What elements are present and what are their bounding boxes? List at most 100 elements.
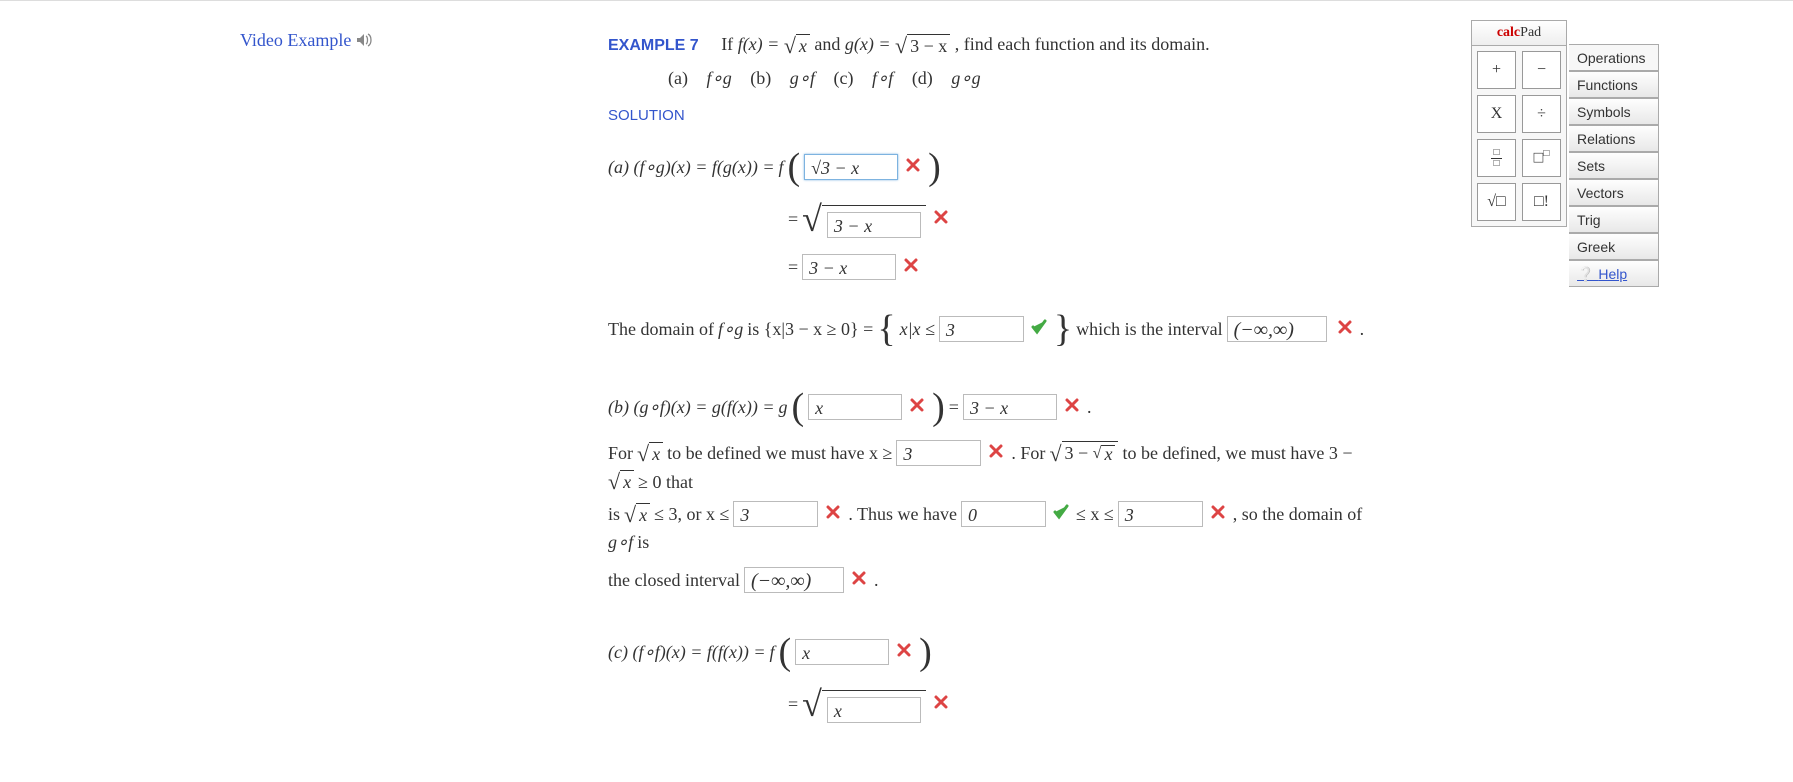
c-line1: (c) (f∘f)(x) = f(f(x)) = f ( x ) bbox=[608, 633, 1378, 671]
a-input-1[interactable]: √3 − x bbox=[804, 154, 898, 180]
wrong-icon bbox=[1337, 319, 1353, 340]
sqrt-x: √x bbox=[624, 503, 650, 526]
wrong-icon bbox=[933, 694, 949, 715]
sqrt-x: √x bbox=[637, 442, 663, 465]
calcpad-title-a: calc bbox=[1497, 25, 1520, 40]
a-domain-post: which is the interval bbox=[1076, 319, 1222, 340]
exponent-icon: □□ bbox=[1534, 148, 1550, 167]
wrong-icon bbox=[1064, 397, 1080, 418]
b-input-2[interactable]: 3 − x bbox=[963, 394, 1057, 420]
b-so: , so the domain of bbox=[1233, 503, 1362, 525]
b-rootx: x bbox=[649, 442, 663, 465]
a-fog-inline: f∘g bbox=[718, 319, 743, 340]
a-input-3[interactable]: 3 − x bbox=[802, 254, 896, 280]
fraction-icon: □□ bbox=[1491, 148, 1501, 169]
tab-sets[interactable]: Sets bbox=[1569, 152, 1659, 179]
tab-symbols[interactable]: Symbols bbox=[1569, 98, 1659, 125]
calcpad-factorial-button[interactable]: □! bbox=[1522, 183, 1561, 221]
gx-eq: g(x) = bbox=[845, 34, 895, 54]
calcpad-exponent-button[interactable]: □□ bbox=[1522, 139, 1561, 177]
b-input-5[interactable]: 0 bbox=[961, 501, 1046, 527]
dot: . bbox=[1087, 397, 1092, 418]
c-input-1[interactable]: x bbox=[795, 639, 889, 665]
tab-relations[interactable]: Relations bbox=[1569, 125, 1659, 152]
b-for1-t: For bbox=[608, 442, 633, 464]
b-le3: ≤ 3, or x ≤ bbox=[654, 503, 729, 525]
rparen-icon: ) bbox=[928, 148, 941, 186]
a-input-5[interactable]: (−∞,∞) bbox=[1227, 316, 1327, 342]
b-input-3[interactable]: 3 bbox=[896, 440, 981, 466]
part-d: (d) bbox=[912, 68, 933, 88]
b-for3-t: . For bbox=[1011, 442, 1045, 464]
b-rootxin: x bbox=[1101, 445, 1115, 462]
rparen-icon: ) bbox=[932, 388, 945, 426]
tab-vectors[interactable]: Vectors bbox=[1569, 179, 1659, 206]
parts-list: (a) f∘g (b) g∘f (c) f∘f (d) g∘g bbox=[668, 64, 1378, 92]
wrong-icon bbox=[851, 570, 867, 591]
wrong-icon bbox=[825, 503, 841, 525]
b-line1: (b) (g∘f)(x) = g(f(x)) = g ( x ) = 3 − x… bbox=[608, 388, 1378, 426]
gog: g∘g bbox=[951, 68, 980, 88]
calcpad-fraction-button[interactable]: □□ bbox=[1477, 139, 1516, 177]
b-input-6[interactable]: 3 bbox=[1118, 501, 1203, 527]
b-rootx3: x bbox=[636, 503, 650, 526]
part-c: (c) bbox=[834, 68, 854, 88]
calcpad-title: calcPad bbox=[1471, 20, 1567, 45]
tab-help[interactable]: ❔ Help bbox=[1569, 260, 1659, 287]
prompt-b: , find each function and its domain. bbox=[955, 34, 1210, 54]
gof: g∘f bbox=[790, 68, 815, 88]
b-input-1[interactable]: x bbox=[808, 394, 902, 420]
b-input-4[interactable]: 3 bbox=[733, 501, 818, 527]
and: and bbox=[814, 34, 845, 54]
root-g-rad: 3 − x bbox=[907, 34, 950, 57]
calcpad-sqrt-button[interactable]: √□ bbox=[1477, 183, 1516, 221]
tab-operations[interactable]: Operations bbox=[1569, 44, 1659, 71]
eq: = bbox=[788, 694, 798, 715]
a-input-4[interactable]: 3 bbox=[939, 316, 1024, 342]
a-f: f bbox=[778, 157, 783, 178]
c-f: f bbox=[769, 642, 774, 663]
b-rootx2: x bbox=[620, 470, 634, 493]
b-for5-t: ≥ 0 that bbox=[638, 471, 693, 493]
eq: = bbox=[949, 397, 959, 418]
dot: . bbox=[1360, 319, 1365, 340]
b-closed: the closed interval (−∞,∞) . bbox=[608, 567, 1378, 593]
tab-functions[interactable]: Functions bbox=[1569, 71, 1659, 98]
b-root3mx: 3 − bbox=[1065, 443, 1093, 463]
calcpad-times-button[interactable]: X bbox=[1477, 95, 1516, 133]
a-line1: (a) (f∘g)(x) = f(g(x)) = f ( √3 − x ) bbox=[608, 148, 1378, 186]
a-input-2[interactable]: 3 − x bbox=[827, 212, 921, 238]
calcpad-plus-button[interactable]: + bbox=[1477, 51, 1516, 89]
rparen-icon: ) bbox=[919, 633, 932, 671]
calcpad-panel: calcPad + − X ÷ □□ □□ √□ □! bbox=[1471, 20, 1567, 227]
fog: f∘g bbox=[706, 68, 731, 88]
wrong-icon bbox=[903, 257, 919, 278]
a-set-pre: x|x ≤ bbox=[900, 319, 935, 340]
wrong-icon bbox=[988, 442, 1004, 464]
b-closed-t: the closed interval bbox=[608, 570, 740, 591]
help-icon: ❔ bbox=[1577, 266, 1598, 282]
c-line2: = √x bbox=[788, 683, 1378, 725]
tab-greek[interactable]: Greek bbox=[1569, 233, 1659, 260]
dot: . bbox=[874, 570, 879, 591]
eq: = bbox=[788, 257, 798, 278]
a-domain-mid: is {x|3 − x ≥ 0} = bbox=[747, 319, 873, 340]
b-thus: . Thus we have bbox=[848, 503, 957, 525]
b-input-7[interactable]: (−∞,∞) bbox=[744, 567, 844, 593]
tab-trig[interactable]: Trig bbox=[1569, 206, 1659, 233]
calcpad-minus-button[interactable]: − bbox=[1522, 51, 1561, 89]
a-domain: The domain of f∘g is {x|3 − x ≥ 0} = { x… bbox=[608, 310, 1378, 348]
c-input-2[interactable]: x bbox=[827, 697, 921, 723]
part-a: (a) bbox=[668, 68, 688, 88]
lparen-icon: ( bbox=[788, 148, 801, 186]
b-for2-t: to be defined we must have x ≥ bbox=[667, 442, 892, 464]
a-domain-pre: The domain of bbox=[608, 319, 714, 340]
wrong-icon bbox=[909, 397, 925, 418]
lbrace-icon: { bbox=[877, 310, 895, 348]
audio-icon bbox=[356, 31, 374, 52]
sqrt-3-x: √3 − x bbox=[895, 32, 950, 60]
lparen-icon: ( bbox=[779, 633, 792, 671]
correct-icon bbox=[1053, 503, 1069, 525]
video-example-link[interactable]: Video Example bbox=[240, 30, 374, 52]
calcpad-divide-button[interactable]: ÷ bbox=[1522, 95, 1561, 133]
